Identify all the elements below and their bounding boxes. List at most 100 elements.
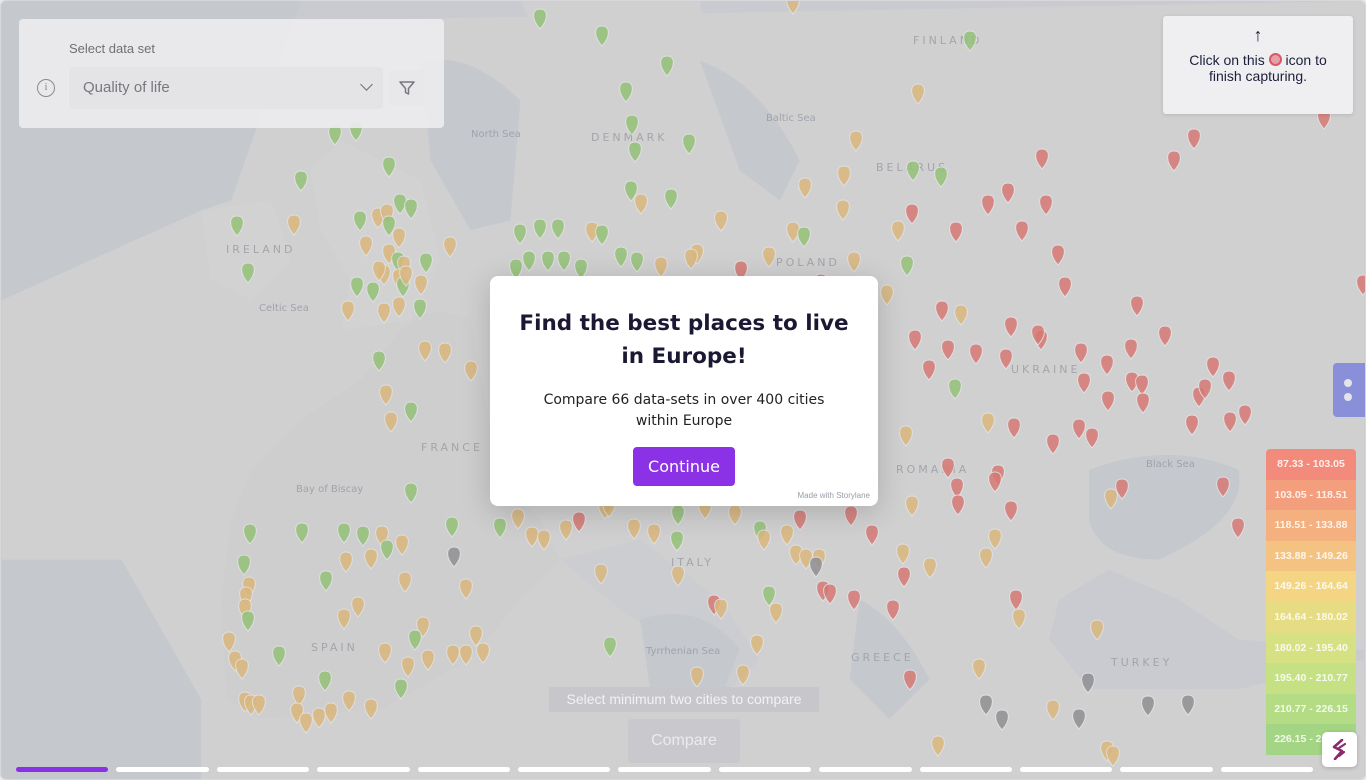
city-marker[interactable] (847, 589, 861, 611)
city-marker[interactable] (654, 256, 668, 278)
city-marker[interactable] (603, 636, 617, 658)
city-marker[interactable] (230, 215, 244, 237)
city-marker[interactable] (493, 517, 507, 539)
city-marker[interactable] (1004, 316, 1018, 338)
city-marker[interactable] (671, 504, 685, 526)
city-marker[interactable] (1222, 370, 1236, 392)
city-marker[interactable] (379, 384, 393, 406)
city-marker[interactable] (847, 251, 861, 273)
city-marker[interactable] (594, 563, 608, 585)
city-marker[interactable] (736, 664, 750, 686)
city-marker[interactable] (353, 210, 367, 232)
city-marker[interactable] (1158, 325, 1172, 347)
city-marker[interactable] (287, 214, 301, 236)
city-marker[interactable] (1090, 619, 1104, 641)
progress-step[interactable] (317, 767, 410, 772)
city-marker[interactable] (572, 511, 586, 533)
city-marker[interactable] (356, 525, 370, 547)
city-marker[interactable] (295, 522, 309, 544)
city-marker[interactable] (243, 523, 257, 545)
city-marker[interactable] (897, 566, 911, 588)
city-marker[interactable] (1046, 699, 1060, 721)
city-marker[interactable] (941, 457, 955, 479)
city-marker[interactable] (934, 166, 948, 188)
city-marker[interactable] (762, 246, 776, 268)
city-marker[interactable] (337, 522, 351, 544)
city-marker[interactable] (404, 401, 418, 423)
city-marker[interactable] (342, 690, 356, 712)
city-marker[interactable] (999, 348, 1013, 370)
city-marker[interactable] (797, 226, 811, 248)
city-marker[interactable] (954, 304, 968, 326)
city-marker[interactable] (981, 412, 995, 434)
city-marker[interactable] (366, 281, 380, 303)
city-marker[interactable] (728, 504, 742, 526)
progress-step[interactable] (16, 767, 109, 772)
progress-step[interactable] (216, 767, 310, 772)
city-marker[interactable] (382, 156, 396, 178)
city-marker[interactable] (1223, 411, 1237, 433)
city-marker[interactable] (1100, 354, 1114, 376)
city-marker[interactable] (1074, 342, 1088, 364)
city-marker[interactable] (222, 631, 236, 653)
city-marker[interactable] (625, 114, 639, 136)
city-marker[interactable] (241, 610, 255, 632)
progress-step[interactable] (919, 767, 1012, 772)
city-marker[interactable] (419, 252, 433, 274)
city-marker[interactable] (1046, 433, 1060, 455)
city-marker[interactable] (541, 250, 555, 272)
city-marker[interactable] (1141, 695, 1155, 717)
city-marker[interactable] (911, 83, 925, 105)
city-marker[interactable] (237, 554, 251, 576)
city-marker[interactable] (823, 583, 837, 605)
filter-button[interactable] (389, 70, 425, 106)
city-marker[interactable] (378, 642, 392, 664)
progress-step[interactable] (116, 767, 209, 772)
city-marker[interactable] (551, 218, 565, 240)
city-marker[interactable] (350, 276, 364, 298)
city-marker[interactable] (614, 246, 628, 268)
city-marker[interactable] (979, 547, 993, 569)
city-marker[interactable] (941, 339, 955, 361)
city-marker[interactable] (1081, 672, 1095, 694)
city-marker[interactable] (627, 518, 641, 540)
city-marker[interactable] (780, 524, 794, 546)
city-marker[interactable] (750, 634, 764, 656)
city-marker[interactable] (903, 669, 917, 691)
made-with-storylane[interactable]: Made with Storylane (798, 491, 870, 500)
progress-step[interactable] (618, 767, 711, 772)
city-marker[interactable] (671, 565, 685, 587)
city-marker[interactable] (865, 524, 879, 546)
city-marker[interactable] (981, 194, 995, 216)
city-marker[interactable] (899, 425, 913, 447)
city-marker[interactable] (931, 735, 945, 757)
city-marker[interactable] (922, 359, 936, 381)
progress-step[interactable] (1120, 767, 1213, 772)
city-marker[interactable] (384, 411, 398, 433)
city-marker[interactable] (241, 262, 255, 284)
city-marker[interactable] (972, 658, 986, 680)
city-marker[interactable] (252, 694, 266, 716)
city-marker[interactable] (628, 141, 642, 163)
city-marker[interactable] (533, 218, 547, 240)
city-marker[interactable] (1136, 392, 1150, 414)
city-marker[interactable] (318, 670, 332, 692)
city-marker[interactable] (988, 471, 1002, 493)
city-marker[interactable] (421, 649, 435, 671)
city-marker[interactable] (537, 529, 551, 551)
city-marker[interactable] (372, 350, 386, 372)
city-marker[interactable] (299, 712, 313, 734)
city-marker[interactable] (1077, 372, 1091, 394)
city-marker[interactable] (443, 236, 457, 258)
city-marker[interactable] (1216, 476, 1230, 498)
city-marker[interactable] (923, 557, 937, 579)
city-marker[interactable] (364, 698, 378, 720)
city-marker[interactable] (559, 519, 573, 541)
progress-step[interactable] (819, 767, 912, 772)
demo-progress-bar[interactable] (16, 767, 1314, 772)
city-marker[interactable] (324, 702, 338, 724)
city-marker[interactable] (364, 548, 378, 570)
city-marker[interactable] (1104, 488, 1118, 510)
city-marker[interactable] (459, 578, 473, 600)
city-marker[interactable] (395, 534, 409, 556)
